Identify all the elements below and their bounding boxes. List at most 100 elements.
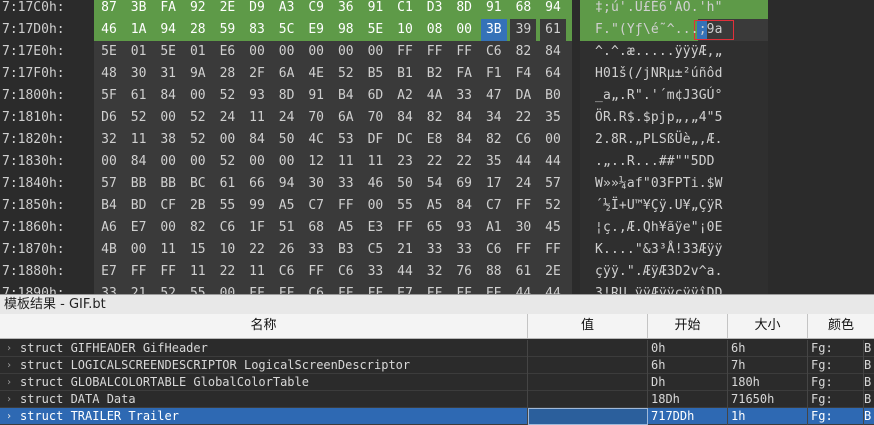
template-results-panel[interactable]: 名称 值 开始 大小 颜色 › struct GIFHEADER GifHeade… [0,314,874,425]
column-header-color[interactable]: 颜色 [808,314,874,338]
hex-byte[interactable]: DC [392,129,418,151]
hex-byte[interactable]: 65 [422,217,448,239]
hex-byte[interactable]: FF [126,261,152,283]
hex-row-ascii[interactable]: ¦ç.‚Æ.Qh¥ãÿe"¡0E [595,217,723,239]
hex-byte[interactable]: 38 [155,129,181,151]
hex-row-ascii[interactable]: W»»¼af"03FPTi.$W [595,173,723,195]
hex-byte[interactable]: D6 [96,107,122,129]
hex-byte[interactable]: 44 [392,261,418,283]
hex-byte[interactable]: 22 [510,107,536,129]
result-row[interactable]: › struct TRAILER Trailer 717DDh 1h Fg: B [0,408,874,425]
hex-byte[interactable]: 44 [510,151,536,173]
hex-byte[interactable]: 1A [126,19,152,41]
hex-byte[interactable]: 33 [422,239,448,261]
hex-byte[interactable]: B0 [540,85,566,107]
hex-byte[interactable]: 3B [126,0,152,19]
result-row[interactable]: › struct GLOBALCOLORTABLE GlobalColorTabl… [0,374,874,391]
hex-byte[interactable]: 84 [451,129,477,151]
hex-byte[interactable]: 52 [185,107,211,129]
hex-byte[interactable]: 88 [481,261,507,283]
hex-row[interactable]: 7:17E0h: 5E 01 5E 01 E6 00 00 00 00 00 FF FF FF C6 82 84… [0,41,874,63]
hex-byte[interactable]: 57 [540,173,566,195]
hex-byte[interactable]: 30 [510,217,536,239]
hex-byte[interactable]: E3 [362,217,388,239]
hex-byte[interactable]: 11 [185,261,211,283]
hex-row[interactable]: 7:1830h: 00 84 00 00 52 00 00 12 11 11 23 22 22 35 44 44… [0,151,874,173]
hex-byte[interactable]: A5 [422,195,448,217]
hex-row-ascii[interactable]: ÖR.R$.$pjp„‚„4"5 [595,107,723,129]
hex-row[interactable]: 7:1870h: 4B 00 11 15 10 22 26 33 B3 C5 21 33 33 C6 FF FF… [0,239,874,261]
hex-byte[interactable]: E7 [392,283,418,294]
hex-byte[interactable]: 32 [96,129,122,151]
hex-byte[interactable]: 2E [540,261,566,283]
hex-byte[interactable]: 4E [303,63,329,85]
hex-byte[interactable]: 5E [155,41,181,63]
hex-byte[interactable]: 26 [274,239,300,261]
hex-byte[interactable]: 33 [362,261,388,283]
hex-byte[interactable]: 91 [362,0,388,19]
hex-byte[interactable]: 24 [274,107,300,129]
hex-byte[interactable]: 48 [96,63,122,85]
hex-byte[interactable]: 61 [126,85,152,107]
hex-byte[interactable]: B4 [96,195,122,217]
hex-row[interactable]: 7:1840h: 57 BB BB BC 61 66 94 30 33 46 50 54 69 17 24 57… [0,173,874,195]
hex-byte[interactable]: C6 [481,239,507,261]
hex-byte[interactable]: 44 [540,151,566,173]
hex-byte[interactable]: 83 [244,19,270,41]
hex-byte[interactable]: B5 [362,63,388,85]
hex-byte[interactable]: A5 [274,195,300,217]
hex-byte[interactable]: FF [274,283,300,294]
hex-byte[interactable]: C5 [362,239,388,261]
hex-byte[interactable]: B4 [333,85,359,107]
hex-byte[interactable]: 24 [214,107,240,129]
hex-byte[interactable]: 2B [185,195,211,217]
hex-row-ascii[interactable]: F."(Yƒ\é˜^...;9a [595,19,723,41]
hex-byte[interactable]: EE [481,283,507,294]
hex-byte[interactable]: 4A [422,85,448,107]
hex-byte[interactable]: 10 [214,239,240,261]
hex-byte[interactable]: 00 [274,41,300,63]
hex-byte[interactable]: F1 [481,63,507,85]
hex-byte[interactable]: 46 [362,173,388,195]
hex-byte[interactable]: 84 [244,129,270,151]
hex-byte[interactable]: 2F [244,63,270,85]
result-row[interactable]: › struct LOGICALSCREENDESCRIPTOR LogicalS… [0,357,874,374]
hex-byte[interactable]: B3 [333,239,359,261]
hex-byte[interactable]: FF [392,41,418,63]
hex-byte[interactable]: C7 [481,195,507,217]
hex-byte[interactable]: FF [540,239,566,261]
hex-byte[interactable]: 44 [540,283,566,294]
hex-byte[interactable]: 52 [126,107,152,129]
hex-byte[interactable]: 01 [185,41,211,63]
hex-byte[interactable]: 54 [422,173,448,195]
hex-byte[interactable]: 66 [244,173,270,195]
hex-byte[interactable]: C6 [510,129,536,151]
hex-byte[interactable]: 5E [96,41,122,63]
hex-byte[interactable]: 6A [274,63,300,85]
hex-byte[interactable]: 8D [451,0,477,19]
hex-byte[interactable]: 10 [392,19,418,41]
hex-byte[interactable]: 00 [540,129,566,151]
hex-row[interactable]: 7:1850h: B4 BD CF 2B 55 99 A5 C7 FF 00 55 A5 84 C7 FF 52… [0,195,874,217]
hex-byte[interactable]: FF [451,41,477,63]
hex-byte[interactable]: 98 [333,19,359,41]
hex-byte[interactable]: 23 [392,151,418,173]
hex-byte[interactable]: 5E [362,19,388,41]
hex-byte[interactable]: 32 [422,261,448,283]
hex-byte[interactable]: 84 [451,195,477,217]
hex-byte[interactable]: BD [126,195,152,217]
hex-byte[interactable]: 84 [392,107,418,129]
result-row[interactable]: › struct GIFHEADER GifHeader 0h 6h Fg: B [0,340,874,357]
hex-row-ascii[interactable]: K...."&3³Å!33Æÿÿ [595,239,723,261]
hex-byte[interactable]: 69 [451,173,477,195]
hex-byte[interactable]: A2 [392,85,418,107]
hex-byte[interactable]: BB [155,173,181,195]
hex-byte[interactable]: C6 [481,41,507,63]
hex-byte[interactable]: DA [510,85,536,107]
hex-byte[interactable]: E7 [126,217,152,239]
hex-row[interactable]: 7:1820h: 32 11 38 52 00 84 50 4C 53 DF DC E8 84 82 C6 00… [0,129,874,151]
hex-row[interactable]: 7:1880h: E7 FF FF 11 22 11 C6 FF C6 33 44 32 76 88 61 2E… [0,261,874,283]
hex-byte[interactable]: 93 [244,85,270,107]
hex-byte[interactable]: 00 [185,85,211,107]
hex-byte[interactable]: E7 [96,261,122,283]
